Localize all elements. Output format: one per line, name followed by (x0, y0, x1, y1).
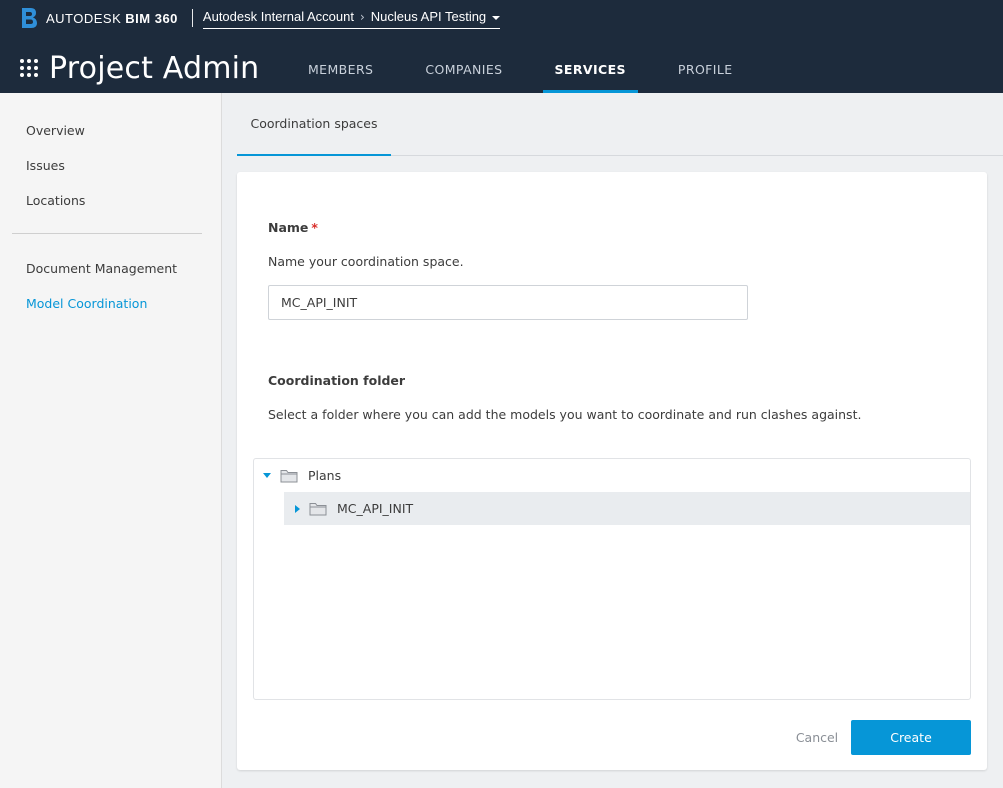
folder-tree: Plans MC_API_INIT (253, 458, 971, 700)
sidebar: Overview Issues Locations Document Manag… (0, 93, 222, 788)
name-help-text: Name your coordination space. (268, 254, 464, 269)
name-label: Name * (268, 220, 318, 235)
app-switcher-icon[interactable] (20, 59, 38, 77)
sidebar-divider (12, 233, 202, 234)
required-marker: * (311, 220, 318, 235)
folder-label: Coordination folder (268, 373, 406, 388)
tree-node-mc-api-init[interactable]: MC_API_INIT (284, 492, 970, 525)
coordination-space-form: Name* Name your coordination space. Coor… (237, 172, 987, 770)
collapse-caret-icon[interactable] (295, 504, 300, 513)
sidebar-item-locations[interactable]: Locations (26, 193, 85, 208)
breadcrumb-project[interactable]: Nucleus API Testing (371, 9, 486, 24)
tab-services[interactable]: SERVICES (537, 46, 644, 93)
content-tabs: Coordination spaces (237, 93, 1003, 156)
bim360-logo-icon (22, 8, 37, 28)
tab-profile[interactable]: PROFILE (660, 46, 751, 93)
create-button[interactable]: Create (851, 720, 971, 755)
sidebar-item-overview[interactable]: Overview (26, 123, 85, 138)
sidebar-item-issues[interactable]: Issues (26, 158, 65, 173)
main-tabs: MEMBERS COMPANIES SERVICES PROFILE (290, 46, 751, 93)
page-title: Project Admin (49, 50, 260, 86)
tree-node-label: Plans (308, 468, 342, 483)
breadcrumb-account[interactable]: Autodesk Internal Account (203, 9, 354, 24)
name-input[interactable] (268, 285, 748, 320)
brand-divider (191, 9, 193, 27)
tab-coordination-spaces[interactable]: Coordination spaces (237, 93, 391, 156)
autodesk-logo-text: AUTODESK BIM 360 (46, 10, 178, 26)
caret-down-icon[interactable] (492, 15, 501, 20)
app-row: Project Admin (20, 45, 259, 91)
top-header: AUTODESK BIM 360 Autodesk Internal Accoun… (0, 0, 1003, 93)
expand-caret-icon[interactable] (263, 473, 271, 478)
breadcrumb[interactable]: Autodesk Internal Account › Nucleus API … (202, 7, 501, 29)
folder-icon (309, 502, 327, 515)
folder-help-text: Select a folder where you can add the mo… (268, 407, 862, 422)
chevron-right-icon: › (359, 9, 365, 24)
sidebar-item-document-management[interactable]: Document Management (26, 261, 177, 276)
tab-companies[interactable]: COMPANIES (407, 46, 520, 93)
brand-row: AUTODESK BIM 360 Autodesk Internal Accoun… (20, 6, 501, 30)
cancel-button[interactable]: Cancel (786, 720, 848, 755)
sidebar-item-model-coordination[interactable]: Model Coordination (26, 296, 147, 311)
tab-members[interactable]: MEMBERS (290, 46, 391, 93)
tree-node-label: MC_API_INIT (337, 501, 414, 516)
folder-icon (280, 469, 298, 482)
tree-node-plans[interactable]: Plans (254, 459, 970, 492)
